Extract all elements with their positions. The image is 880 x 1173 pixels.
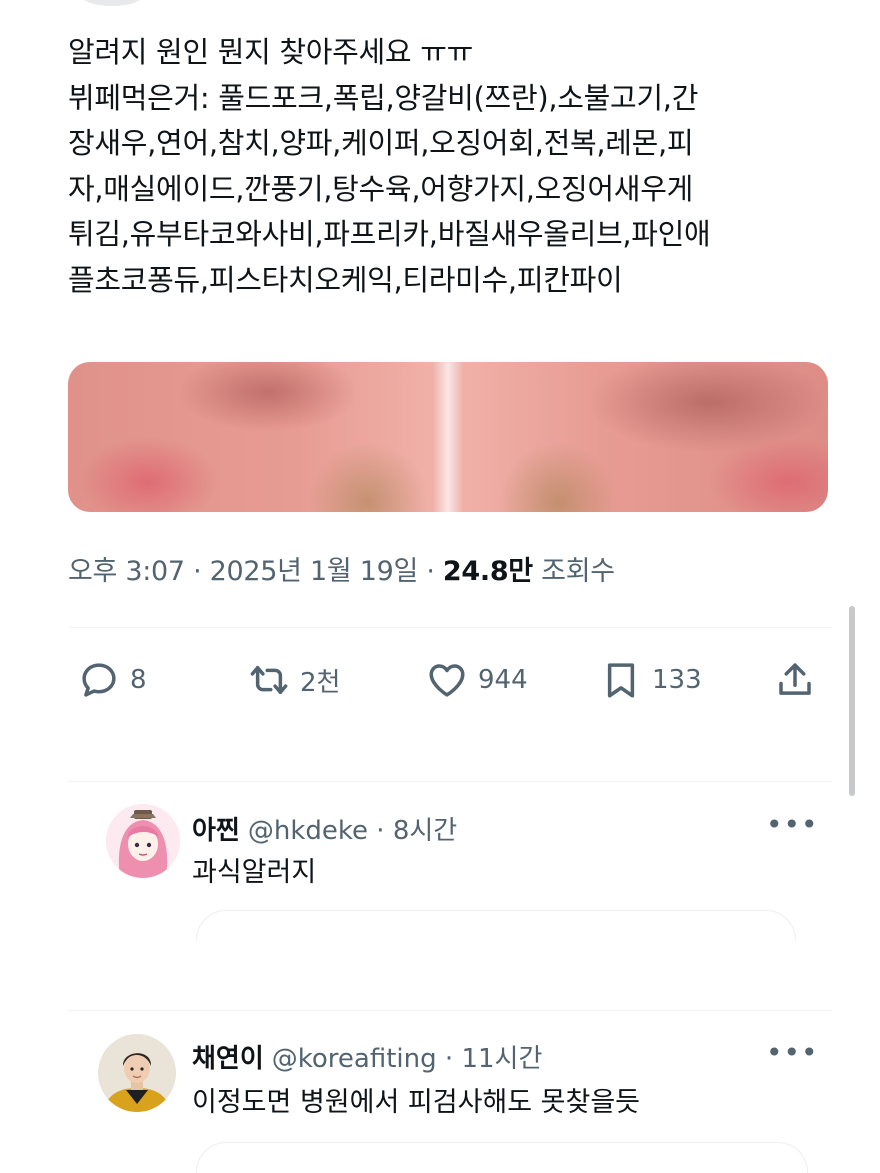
share-button[interactable] — [774, 652, 826, 708]
bookmark-icon — [607, 663, 635, 698]
reply-text: 과식알러지 — [192, 857, 317, 888]
divider — [68, 627, 832, 628]
meta-separator: · — [426, 556, 443, 587]
reply-time[interactable]: 8시간 — [393, 816, 457, 846]
tweet-text-line: 플초코퐁듀,피스타치오케익,티라미수,피칸파이 — [68, 262, 623, 297]
tweet-text-line: 장새우,연어,참치,양파,케이퍼,오징어회,전복,레몬,피 — [68, 126, 694, 160]
bookmark-count: 133 — [652, 665, 702, 695]
reply-text: 이정도면 병원에서 피검사해도 못찾을듯 — [192, 1087, 641, 1118]
tweet-text-line: 튀김,유부타코와사비,파프리카,바질새우올리브,파인애 — [68, 217, 711, 251]
avatar[interactable] — [106, 804, 180, 878]
tweet-text-line: 자,매실에이드,깐풍기,탕수육,어향가지,오징어새우게 — [68, 171, 693, 206]
share-icon — [779, 663, 811, 695]
reply-count: 8 — [130, 665, 147, 695]
reply-tweet[interactable]: 채연이 @koreafiting · 11시간 ••• 이정도면 병원에서 피검사… — [0, 1018, 880, 1173]
person-avatar-image — [98, 1034, 176, 1112]
reply-handle[interactable]: @koreafiting — [272, 1044, 437, 1074]
views-count: 24.8만 — [442, 556, 533, 587]
quoted-card-edge[interactable] — [196, 910, 796, 941]
like-button[interactable]: 944 — [426, 652, 528, 708]
divider — [68, 1010, 832, 1011]
reply-time[interactable]: 11시간 — [461, 1044, 542, 1074]
retweet-button[interactable]: 2천 — [248, 652, 340, 708]
tweet-text: 알려지 원인 뭔지 찾아주세요 ㅠㅠ 뷔페먹은거: 풀드포크,폭립,양갈비(쯔란… — [68, 30, 848, 303]
reply-header: 채연이 @koreafiting · 11시간 — [192, 1038, 542, 1075]
tweet-date[interactable]: 2025년 1월 19일 — [210, 556, 419, 587]
reply-tweet[interactable]: 아찐 @hkdeke · 8시간 ••• 과식알러지 — [0, 790, 880, 941]
retweet-count: 2천 — [300, 667, 341, 698]
tweet-photo[interactable] — [68, 362, 828, 512]
meta-separator: · — [193, 556, 210, 587]
anime-avatar-image — [106, 804, 180, 878]
more-icon[interactable]: ••• — [766, 808, 819, 841]
action-bar: 8 2천 944 133 — [0, 652, 880, 712]
tweet-text-line: 뷔페먹은거: 풀드포크,폭립,양갈비(쯔란),소불고기,간 — [68, 80, 699, 115]
reply-icon — [82, 663, 116, 697]
retweet-icon — [250, 666, 288, 694]
meta-separator: · — [368, 816, 393, 846]
more-icon[interactable]: ••• — [766, 1036, 819, 1069]
views-label: 조회수 — [541, 556, 615, 587]
tweet-text-line: 알려지 원인 뭔지 찾아주세요 ㅠㅠ — [68, 35, 473, 69]
meta-separator: · — [436, 1044, 462, 1074]
tweet-time[interactable]: 오후 3:07 — [68, 556, 185, 587]
divider — [68, 781, 832, 782]
heart-icon — [429, 664, 465, 697]
author-avatar-edge[interactable] — [82, 0, 142, 6]
avatar[interactable] — [98, 1034, 176, 1112]
tweet-meta: 오후 3:07 · 2025년 1월 19일 · 24.8만 조회수 — [68, 549, 615, 588]
reply-author-name[interactable]: 아찐 — [192, 816, 240, 846]
reply-header: 아찐 @hkdeke · 8시간 — [192, 810, 457, 847]
like-count: 944 — [478, 665, 528, 695]
bookmark-button[interactable]: 133 — [600, 652, 702, 708]
reply-button[interactable]: 8 — [78, 652, 147, 708]
reply-author-name[interactable]: 채연이 — [192, 1044, 264, 1074]
quoted-card-edge[interactable] — [196, 1142, 808, 1173]
reply-handle[interactable]: @hkdeke — [248, 816, 368, 846]
scrollbar[interactable] — [849, 606, 855, 796]
